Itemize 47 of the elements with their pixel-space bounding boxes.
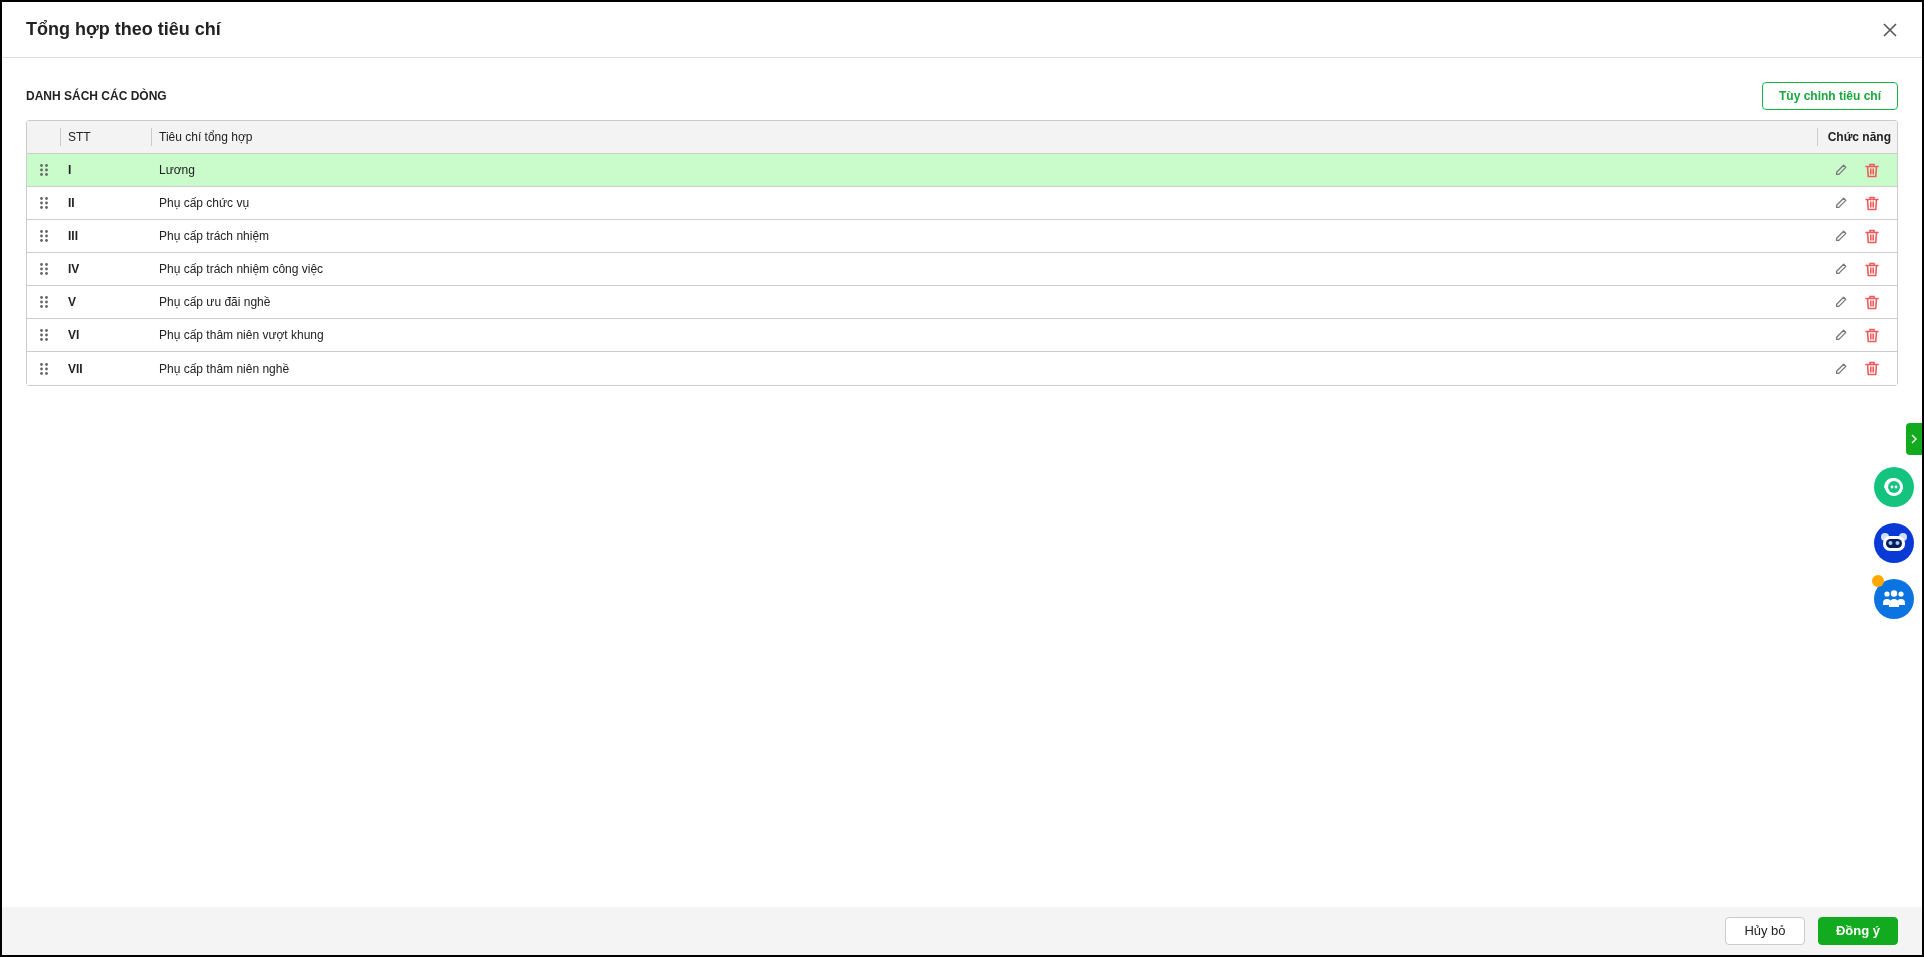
column-header: Tiêu chí tổng hợp (159, 129, 253, 146)
drag-handle-icon[interactable] (39, 230, 48, 242)
trash-icon[interactable] (1865, 361, 1879, 376)
trash-icon[interactable] (1865, 294, 1879, 310)
trash-icon[interactable] (1865, 261, 1879, 277)
table-row[interactable]: I Lương (27, 154, 1897, 187)
pencil-icon[interactable] (1834, 328, 1848, 342)
drag-handle-icon[interactable] (39, 362, 48, 375)
table-cell: I (68, 163, 72, 177)
drag-handle-icon[interactable] (39, 197, 48, 209)
trash-icon[interactable] (1865, 327, 1879, 343)
pencil-icon[interactable] (1834, 229, 1848, 243)
table-cell: VII (68, 361, 83, 376)
table-cell: V (68, 295, 76, 309)
table-cell: VI (68, 328, 80, 342)
table-cell: III (68, 229, 78, 243)
table-cell: Lương (159, 163, 195, 177)
pencil-icon[interactable] (1834, 295, 1848, 309)
drag-handle-icon[interactable] (39, 296, 48, 308)
chevron-right-icon (1911, 434, 1917, 444)
table-cell: Phụ cấp thâm niên vượt khung (159, 328, 324, 342)
column-header: Chức năng (1827, 129, 1891, 146)
section-title: DANH SÁCH CÁC DÒNG (26, 87, 167, 105)
table-cell: Phụ cấp trách nhiệm công việc (159, 262, 324, 276)
close-icon[interactable] (1882, 21, 1898, 38)
pencil-icon[interactable] (1834, 361, 1848, 376)
pencil-icon[interactable] (1834, 196, 1848, 210)
cancel-button[interactable]: Hủy bỏ (1725, 917, 1805, 945)
drag-handle-icon[interactable] (39, 329, 48, 341)
robot-icon[interactable] (1874, 523, 1914, 563)
drag-handle-icon[interactable] (39, 164, 48, 176)
table-cell: Phụ cấp chức vụ (159, 196, 250, 210)
table-cell: II (68, 196, 75, 210)
table-cell: IV (68, 262, 80, 276)
chat-bubble-icon[interactable] (1874, 467, 1914, 507)
trash-icon[interactable] (1865, 162, 1879, 178)
column-header: STT (68, 129, 91, 146)
table-cell: Phụ cấp trách nhiệm (159, 229, 270, 243)
table-cell: Phụ cấp thâm niên nghề (159, 361, 290, 376)
trash-icon[interactable] (1865, 195, 1879, 211)
pencil-icon[interactable] (1834, 163, 1848, 177)
drag-handle-icon[interactable] (39, 263, 48, 275)
dialog-title: Tổng hợp theo tiêu chí (26, 18, 221, 41)
group-icon[interactable] (1874, 579, 1914, 619)
table-cell: Phụ cấp ưu đãi nghề (159, 295, 271, 309)
trash-icon[interactable] (1865, 228, 1879, 244)
pencil-icon[interactable] (1834, 262, 1848, 276)
